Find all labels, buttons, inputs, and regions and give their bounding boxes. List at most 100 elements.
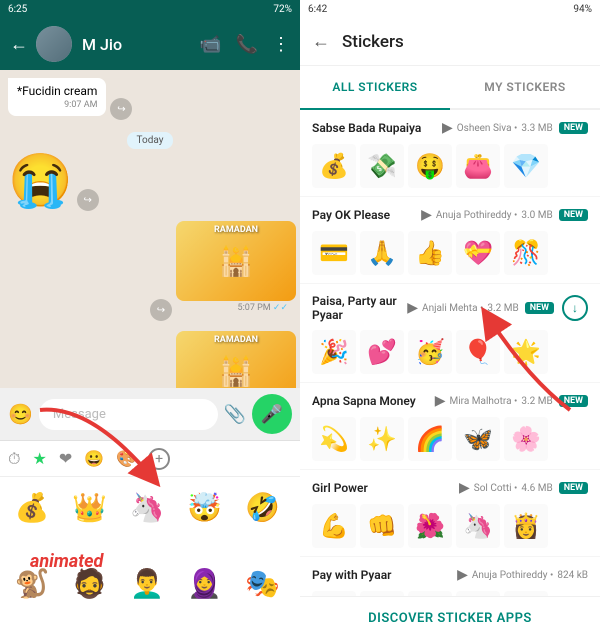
pack-sticker-item[interactable]: 💳 [312, 231, 356, 275]
add-sticker-button[interactable]: + [148, 448, 170, 470]
pack-author: Mira Malhotra • [450, 396, 518, 407]
recent-tab[interactable]: ⏱ [8, 449, 20, 469]
left-panel: 6:25 72% ← M Jio 📹 📞 ⋮ *Fucidin cream 9:… [0, 0, 300, 640]
pack-size: 3.2 MB [487, 303, 518, 314]
sticker-tray: ⏱ ★ ❤ 😀 🎨 + 💰 👑 🦄 🤯 🤣 🐒 🧔 👨‍🦱 🧕 🎭 [0, 440, 300, 640]
emoji-tab[interactable]: 😀 [84, 449, 104, 468]
pack-sticker-item[interactable]: 💰 [312, 144, 356, 188]
pack-new-badge: NEW [559, 482, 588, 494]
avatar [36, 26, 72, 62]
pack-name: Pay OK Please [312, 208, 417, 222]
emoji-button[interactable]: 😊 [8, 402, 33, 426]
pack-sticker-item[interactable]: 🥳 [408, 330, 452, 374]
more-options-icon[interactable]: ⋮ [272, 34, 290, 55]
sticker-item[interactable]: 👨‍🦱 [123, 559, 171, 607]
sticker-pack: Girl Power ▶ Sol Cotti • 4.6 MB NEW 💪 👊 … [300, 470, 600, 557]
call-icon[interactable]: 📞 [236, 34, 258, 55]
pack-play-icon[interactable]: ▶ [459, 480, 470, 496]
pack-sticker-item[interactable]: 💕 [360, 330, 404, 374]
pack-sticker-item[interactable]: 💫 [312, 417, 356, 461]
tab-all-stickers[interactable]: ALL STICKERS [300, 66, 450, 110]
sticker-row-received: 😭 ↪ [8, 155, 292, 211]
pack-author: Osheen Siva • [457, 123, 518, 134]
contact-name[interactable]: M Jio [82, 35, 199, 54]
back-arrow-icon[interactable]: ← [10, 34, 28, 55]
pack-sticker-item[interactable]: 🌟 [504, 330, 548, 374]
heart-tab[interactable]: ❤ [59, 449, 72, 468]
pack-sticker-item[interactable]: 🌸 [504, 417, 548, 461]
pack-sticker-item[interactable]: 🙏 [360, 231, 404, 275]
discover-sticker-apps-button[interactable]: DISCOVER STICKER APPS [300, 596, 600, 640]
received-message: *Fucidin cream 9:07 AM [8, 78, 106, 116]
pack-sticker-item[interactable]: 👍 [408, 231, 452, 275]
forward-sticker-button[interactable]: ↪ [77, 189, 99, 211]
pack-sticker-item[interactable]: 🎊 [504, 231, 548, 275]
pack-sticker-item[interactable]: ✨ [360, 417, 404, 461]
date-divider: Today [8, 128, 292, 147]
mic-button[interactable]: 🎤 [252, 394, 292, 434]
pack-sticker-item[interactable]: 👸 [504, 504, 548, 548]
pack-new-badge: NEW [559, 395, 588, 407]
pack-sticker-item[interactable]: 💸 [360, 144, 404, 188]
sticker-item[interactable]: 🎭 [238, 559, 286, 607]
stickers-title: Stickers [342, 32, 588, 52]
pack-header: Apna Sapna Money ▶ Mira Malhotra • 3.2 M… [312, 393, 588, 409]
pack-size: 824 kB [557, 570, 588, 581]
forward-sticker-button2[interactable]: ↪ [150, 299, 172, 321]
download-button[interactable]: ↓ [562, 295, 588, 321]
pack-name: Girl Power [312, 481, 455, 495]
art-tab[interactable]: 🎨 [116, 449, 136, 468]
pack-sticker-item[interactable]: 💝 [456, 231, 500, 275]
tab-my-stickers[interactable]: MY STICKERS [450, 66, 600, 110]
message-time: 9:07 AM [17, 100, 97, 110]
pack-name: Pay with Pyaar [312, 568, 453, 582]
sticker-pack: Pay with Pyaar ▶ Anuja Pothireddy • 824 … [300, 557, 600, 596]
pack-author: Anuja Pothireddy • [472, 570, 554, 581]
sticker-item[interactable]: 🦄 [123, 483, 171, 531]
message-text: *Fucidin cream [17, 84, 97, 98]
sticker-item[interactable]: 💰 [8, 483, 56, 531]
attach-button[interactable]: 📎 [224, 404, 246, 425]
video-call-icon[interactable]: 📹 [199, 34, 221, 55]
forward-button[interactable]: ↪ [110, 98, 132, 120]
pack-header: Paisa, Party aur Pyaar ▶ Anjali Mehta • … [312, 294, 588, 322]
pack-sticker-item[interactable]: 🌺 [408, 504, 452, 548]
sticker-emoji: 😭 [8, 155, 73, 207]
pack-sticker-item[interactable]: 🦋 [456, 417, 500, 461]
message-time2: 5:07 PM ✓✓ [176, 303, 288, 313]
stickers-back-arrow[interactable]: ← [312, 31, 330, 52]
pack-sticker-item[interactable]: 🦄 [456, 504, 500, 548]
pack-size: 3.0 MB [521, 210, 552, 221]
pack-play-icon[interactable]: ▶ [442, 120, 453, 136]
pack-sticker-item[interactable]: 🤑 [408, 144, 452, 188]
pack-sticker-item[interactable]: 👛 [456, 144, 500, 188]
pack-sticker-item[interactable]: 🎈 [456, 330, 500, 374]
favorites-tab[interactable]: ★ [32, 449, 46, 468]
pack-play-icon[interactable]: ▶ [435, 393, 446, 409]
sticker-item[interactable]: 🧕 [181, 559, 229, 607]
pack-author: Sol Cotti • [474, 483, 518, 494]
message-input[interactable]: Message [39, 399, 218, 430]
sticker-pack: Pay OK Please ▶ Anuja Pothireddy • 3.0 M… [300, 197, 600, 284]
pack-sticker-item[interactable]: 🌈 [408, 417, 452, 461]
sticker-item[interactable]: 🧔 [66, 559, 114, 607]
sticker-item[interactable]: 🐒 [8, 559, 56, 607]
pack-sticker-item[interactable]: 🎉 [312, 330, 356, 374]
sticker-item[interactable]: 🤯 [181, 483, 229, 531]
avatar-image [36, 26, 72, 62]
pack-sticker-item[interactable]: 💎 [504, 144, 548, 188]
sticker-item[interactable]: 👑 [66, 483, 114, 531]
pack-sticker-item[interactable]: 💪 [312, 504, 356, 548]
sticker-item[interactable]: 🤣 [238, 483, 286, 531]
pack-sticker-item[interactable]: 👊 [360, 504, 404, 548]
pack-play-icon[interactable]: ▶ [407, 300, 418, 316]
ramadan-box: RAMADAN [176, 221, 296, 301]
message-placeholder: Message [53, 407, 106, 422]
right-time: 6:42 [308, 4, 327, 15]
input-bar: 😊 Message 📎 🎤 [0, 388, 300, 440]
pack-new-badge: NEW [525, 302, 554, 314]
pack-header: Sabse Bada Rupaiya ▶ Osheen Siva • 3.3 M… [312, 120, 588, 136]
pack-play-icon[interactable]: ▶ [457, 567, 468, 583]
pack-stickers: 💪 👊 🌺 🦄 👸 [312, 504, 588, 548]
pack-play-icon[interactable]: ▶ [421, 207, 432, 223]
